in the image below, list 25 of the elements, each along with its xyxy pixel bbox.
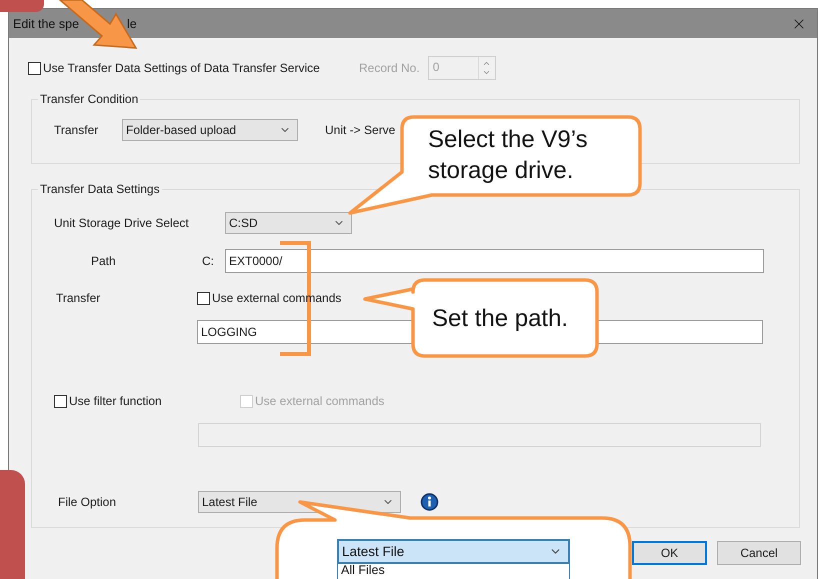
drive-prefix: C: <box>202 254 215 268</box>
group-title: Transfer Condition <box>38 92 140 106</box>
dialog-button[interactable]: OK <box>632 541 707 565</box>
checkbox[interactable]: Use Transfer Data Settings of Data Transfer Service <box>28 61 359 75</box>
path-label: Path <box>91 254 117 268</box>
file-option-label: File Option <box>58 495 118 509</box>
transfer-label: Transfer <box>54 123 100 137</box>
dialog-button[interactable]: Cancel <box>717 541 801 565</box>
callout-text: Set the path. <box>432 304 570 334</box>
direction-label: Unit -> Serve <box>325 123 396 137</box>
path-field[interactable]: EXT0000/ <box>225 249 764 273</box>
transfer-dropdown[interactable]: Folder-based upload <box>122 119 298 141</box>
window-title: le <box>127 16 137 30</box>
tab-shape <box>0 0 44 12</box>
drive-dropdown[interactable]: C:SD <box>225 212 352 234</box>
drive-label: Unit Storage Drive Select <box>54 216 190 230</box>
transfer-label: Transfer <box>56 291 102 305</box>
callout-text: Select the V9’s storage drive. <box>428 125 589 186</box>
info-icon[interactable] <box>420 492 439 512</box>
file-option-dropdown[interactable]: Latest File <box>198 491 401 513</box>
checkbox[interactable]: Use filter function <box>54 394 240 408</box>
window-title: Edit the spe <box>13 16 80 30</box>
file-option-dropdown[interactable]: Latest File <box>337 539 570 564</box>
record-no-label: Record No. <box>359 61 420 75</box>
group-title: Transfer Data Settings <box>38 182 162 196</box>
